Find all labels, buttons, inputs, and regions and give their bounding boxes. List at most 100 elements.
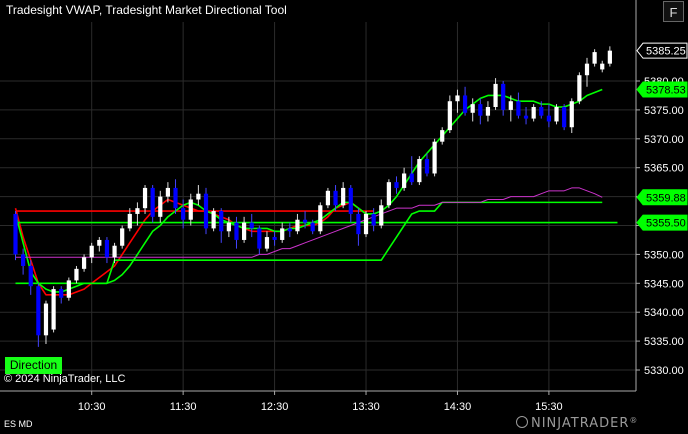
candle-body [127, 213, 132, 229]
candle-body [485, 107, 491, 116]
candle-body [234, 222, 239, 240]
candle-body [302, 219, 308, 223]
candle-body [402, 173, 407, 188]
candle-body [363, 213, 369, 235]
candle-body [600, 63, 605, 70]
candle-body [417, 159, 422, 183]
series-line [15, 201, 603, 285]
price-flag-label: 5378.53 [646, 84, 686, 96]
candle-body [546, 115, 551, 122]
candle-body [257, 228, 262, 249]
candle-body [226, 222, 231, 232]
candle-body [333, 190, 338, 206]
x-tick-label: 14:30 [444, 401, 472, 413]
series-line [14, 88, 603, 293]
candle-body [447, 101, 452, 131]
candle-body [249, 222, 254, 229]
candle-body [59, 289, 64, 298]
candle-body [592, 52, 597, 64]
x-tick-label: 11:30 [170, 401, 197, 413]
candle-body [325, 190, 331, 206]
brand-prefix: NINJA [531, 416, 571, 431]
direction-button[interactable]: Direction [5, 357, 62, 374]
candle-body [523, 115, 529, 119]
y-tick-label: 5330.00 [644, 365, 684, 377]
candle-body [89, 245, 94, 258]
candle-body [508, 101, 513, 110]
candle-body [36, 286, 41, 336]
y-tick-label: 5375.00 [644, 105, 684, 117]
indicator-lines [14, 88, 618, 296]
candle-body [379, 205, 384, 226]
candle-body [516, 101, 521, 116]
candle-body [51, 289, 56, 330]
instrument-label: ES MD [4, 419, 33, 429]
candle-body [81, 257, 87, 269]
candle-body [348, 187, 353, 214]
copyright-text: © 2024 NinjaTrader, LLC [4, 373, 126, 385]
candle-body [394, 182, 399, 188]
ninjatrader-logo: NINJATRADER® [516, 416, 638, 431]
candle-body [310, 222, 315, 232]
y-tick-label: 5335.00 [644, 336, 684, 348]
candle-body [607, 50, 612, 64]
y-tick-label: 5340.00 [644, 307, 684, 319]
x-tick-label: 12:30 [261, 401, 289, 413]
y-tick-label: 5345.00 [644, 278, 684, 290]
candle-body [181, 208, 186, 220]
candle-body [371, 213, 376, 226]
candle-body [356, 213, 361, 235]
candle-body [577, 75, 582, 102]
price-flag-label: 5355.50 [646, 218, 686, 230]
candle-body [43, 303, 49, 336]
candle-body [120, 228, 125, 246]
candle-body [470, 104, 475, 113]
candle-body [280, 228, 285, 240]
brand-mark: ® [629, 416, 639, 425]
candle-body [150, 187, 155, 217]
candle-body [74, 268, 79, 281]
candle-body [554, 107, 559, 122]
f-button[interactable]: F [663, 1, 684, 22]
candle-body [196, 193, 201, 200]
candle-body [66, 280, 71, 298]
price-chart: 5330.00 5335.00 5340.00 5345.00 5350.00 5355.… [0, 0, 688, 413]
candle-body [203, 193, 209, 229]
candle-body [211, 211, 216, 229]
candle-body [386, 182, 391, 206]
candle-body [104, 239, 110, 258]
candle-body [188, 199, 193, 220]
candle-body [287, 228, 292, 232]
candle-body [158, 196, 163, 217]
chart-title: Tradesight VWAP, Tradesight Market Direc… [6, 3, 287, 17]
candle-body [584, 63, 590, 76]
candle-body [135, 208, 140, 214]
candle-body [562, 107, 567, 128]
price-flag-label: 5359.88 [646, 192, 686, 204]
x-tick-label: 10:30 [78, 401, 106, 413]
candle-body [341, 187, 346, 206]
candle-body [142, 187, 148, 209]
candle-body [97, 239, 102, 246]
grid-lines [0, 22, 636, 391]
x-tick-label: 15:30 [535, 401, 563, 413]
candle-body [295, 219, 300, 232]
candle-body [455, 95, 460, 102]
candle-body [21, 254, 26, 266]
candle-body [539, 107, 544, 116]
ninjatrader-emblem-icon [516, 416, 528, 428]
y-tick-label: 5365.00 [644, 163, 684, 175]
candle-body [432, 141, 437, 174]
price-flag-label: 5385.25 [646, 46, 686, 58]
candle-body [165, 187, 170, 197]
candle-body [493, 83, 498, 108]
candle-body [478, 104, 483, 116]
candle-body [569, 101, 574, 128]
candle-body [462, 95, 468, 113]
candle-body [13, 213, 18, 255]
brand-suffix: TRADER [570, 416, 630, 431]
candle-body [424, 159, 430, 174]
candle-body [318, 205, 323, 232]
candle-body [264, 237, 270, 249]
candle-body [531, 107, 536, 119]
